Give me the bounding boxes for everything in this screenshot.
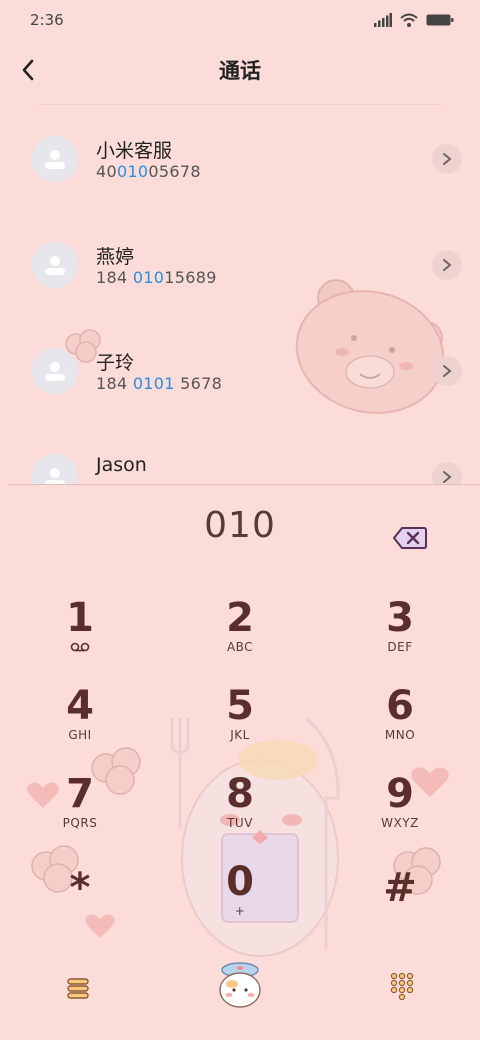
chevron-right-icon: [443, 153, 452, 165]
wifi-icon: [400, 13, 418, 27]
key-1[interactable]: 1: [30, 596, 130, 672]
key-4[interactable]: 4 GHI: [30, 684, 130, 760]
contact-name: Jason: [96, 454, 147, 476]
dialer-divider: [8, 484, 480, 485]
status-bar: 2:36: [0, 0, 480, 40]
back-arrow-icon: [22, 59, 34, 81]
key-hash[interactable]: #: [350, 866, 450, 942]
avatar: [32, 454, 78, 484]
contact-name: 子玲: [96, 352, 135, 374]
key-7[interactable]: 7 PQRS: [30, 772, 130, 848]
contact-detail-button[interactable]: [432, 250, 462, 280]
avatar: [32, 242, 78, 288]
key-5[interactable]: 5 JKL: [190, 684, 290, 760]
header: 通话: [0, 48, 480, 92]
dialed-number: 010: [204, 505, 276, 546]
avatar: [32, 136, 78, 182]
person-icon: [45, 362, 65, 381]
page-title: 通话: [219, 59, 261, 83]
contact-row[interactable]: 小米客服 4001005678: [0, 106, 480, 212]
contact-detail-button[interactable]: [432, 462, 462, 484]
chevron-right-icon: [443, 471, 452, 483]
status-icons: [374, 13, 454, 27]
keypad-toggle-button[interactable]: [378, 962, 426, 1010]
status-time: 2:36: [30, 11, 64, 29]
key-8[interactable]: 8 TUV: [190, 772, 290, 848]
call-button[interactable]: [212, 956, 268, 1012]
avatar: [32, 348, 78, 394]
key-star[interactable]: *: [30, 866, 130, 942]
contact-row[interactable]: 燕婷 184 01015689: [0, 212, 480, 318]
contact-number: 184 01015689: [96, 268, 217, 287]
key-0[interactable]: 0 +: [190, 860, 290, 936]
header-divider: [38, 104, 442, 105]
key-6[interactable]: 6 MNO: [350, 684, 450, 760]
voicemail-icon: [70, 642, 90, 652]
contact-detail-button[interactable]: [432, 144, 462, 174]
contact-row[interactable]: 子玲 184 0101 5678: [0, 318, 480, 424]
person-icon: [45, 150, 65, 169]
back-button[interactable]: [12, 54, 44, 86]
menu-icon: [67, 978, 89, 999]
menu-button[interactable]: [54, 964, 102, 1012]
contact-number: 184 0101 5678: [96, 374, 223, 393]
battery-icon: [426, 14, 454, 26]
call-icon: [219, 962, 261, 1008]
chevron-right-icon: [443, 259, 452, 271]
contact-name: 小米客服: [96, 140, 173, 162]
signal-icon: [374, 13, 392, 27]
person-icon: [45, 468, 65, 484]
contact-name: 燕婷: [96, 246, 135, 268]
chevron-right-icon: [443, 365, 452, 377]
contact-row[interactable]: Jason: [0, 424, 480, 484]
backspace-button[interactable]: [392, 524, 428, 552]
contact-number: 4001005678: [96, 162, 201, 181]
keypad-icon: [390, 972, 414, 1000]
person-icon: [45, 256, 65, 275]
key-2[interactable]: 2 ABC: [190, 596, 290, 672]
contact-detail-button[interactable]: [432, 356, 462, 386]
key-3[interactable]: 3 DEF: [350, 596, 450, 672]
backspace-icon: [393, 527, 427, 549]
contact-list: 小米客服 4001005678 燕婷 184 01015689 子玲 184 0…: [0, 106, 480, 484]
key-9[interactable]: 9 WXYZ: [350, 772, 450, 848]
